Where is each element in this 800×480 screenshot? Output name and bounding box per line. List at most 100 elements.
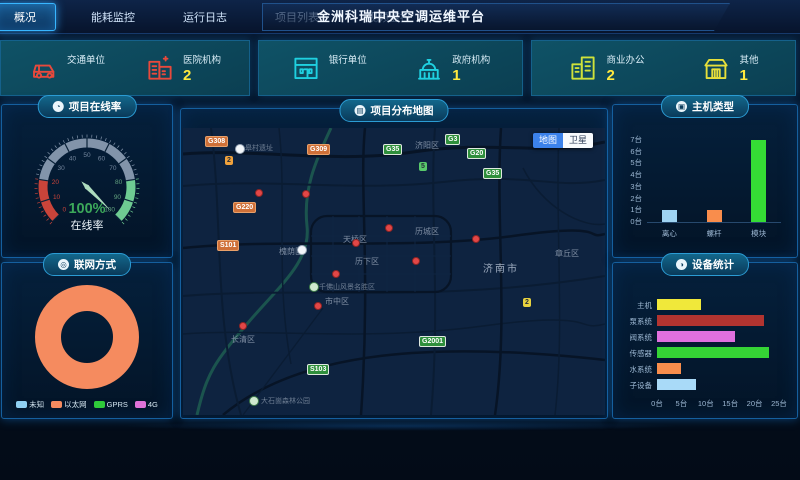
satellite-layer-button[interactable]: 卫星 bbox=[563, 133, 593, 148]
page-title: 金洲科瑞中央空调运维平台 bbox=[271, 4, 531, 29]
gauge-part bbox=[117, 146, 119, 148]
legend-item[interactable]: GPRS bbox=[94, 400, 128, 409]
road-shield: G3 bbox=[445, 134, 460, 145]
gauge-part bbox=[59, 143, 61, 146]
gauge-part bbox=[132, 207, 135, 208]
gauge-part bbox=[135, 198, 138, 199]
map-poi-marker[interactable] bbox=[249, 396, 259, 406]
x-axis-label: 25台 bbox=[769, 398, 789, 409]
map-icon: ▤ bbox=[355, 105, 366, 116]
map-place-label: 历下区 bbox=[355, 256, 379, 267]
project-marker[interactable] bbox=[332, 270, 340, 278]
x-axis-label: 10台 bbox=[696, 398, 716, 409]
stat-item: 政府机构1 bbox=[414, 52, 490, 84]
project-marker[interactable] bbox=[472, 235, 480, 243]
stat-value bbox=[329, 67, 367, 84]
gauge-part: 50 bbox=[83, 152, 91, 159]
panel-device-title: 设备统计 bbox=[692, 257, 734, 272]
nav-tab[interactable]: 运行日志 bbox=[170, 3, 240, 31]
road-shield: G2001 bbox=[419, 336, 446, 347]
gauge-part bbox=[44, 143, 131, 180]
gauge-part bbox=[125, 219, 127, 221]
project-marker[interactable] bbox=[352, 239, 360, 247]
gauge-part bbox=[96, 135, 97, 138]
road-shield: G308 bbox=[205, 136, 228, 147]
government-icon bbox=[414, 53, 444, 83]
y-axis-label: 3台 bbox=[617, 181, 642, 192]
network-legend: 未知以太网 GPRS 4G bbox=[2, 399, 172, 410]
host-icon: ▣ bbox=[676, 101, 687, 112]
bar-1 bbox=[707, 210, 722, 222]
y-axis-label: 6台 bbox=[617, 146, 642, 157]
gauge-part bbox=[50, 222, 52, 224]
x-axis-label: 5台 bbox=[671, 398, 691, 409]
panel-online-rate: ◔ 项目在线率 0102030405060708090100100%在线率 bbox=[1, 104, 173, 258]
gauge-part bbox=[39, 207, 42, 208]
map-place-label: 长清区 bbox=[231, 334, 255, 345]
legend-item[interactable]: 以太网 bbox=[51, 399, 87, 410]
dashboard-screen: 概况能耗监控运行日志项目列表视频监控 金洲科瑞中央空调运维平台 交通单位医院机构… bbox=[0, 0, 800, 480]
y-axis-label: 1台 bbox=[617, 204, 642, 215]
cluster-marker[interactable]: 2 bbox=[225, 156, 233, 165]
stat-card: 商业办公2其他1 bbox=[531, 40, 796, 96]
stat-card: 银行单位 政府机构1 bbox=[258, 40, 523, 96]
y-axis-label: 5台 bbox=[617, 157, 642, 168]
nav-tab[interactable]: 能耗监控 bbox=[78, 3, 148, 31]
map-poi-marker[interactable] bbox=[235, 144, 245, 154]
project-marker[interactable] bbox=[302, 190, 310, 198]
stat-text: 政府机构1 bbox=[452, 52, 490, 84]
map-layer-button[interactable]: 地图 bbox=[533, 133, 563, 148]
stat-item: 交通单位 bbox=[29, 52, 105, 84]
category-label: 水系统 bbox=[617, 364, 652, 375]
gauge-part bbox=[127, 156, 129, 158]
project-marker[interactable] bbox=[255, 189, 263, 197]
map-poi-marker[interactable] bbox=[297, 245, 307, 255]
legend-swatch bbox=[94, 401, 105, 408]
online-rate-gauge: 0102030405060708090100100%在线率 bbox=[5, 121, 169, 237]
bar-3 bbox=[657, 347, 769, 358]
gauge-part bbox=[39, 165, 42, 166]
project-marker[interactable] bbox=[385, 224, 393, 232]
gauge-part bbox=[114, 143, 116, 146]
panel-online-rate-header: ◔ 项目在线率 bbox=[38, 95, 137, 118]
legend-label: GPRS bbox=[107, 400, 128, 409]
cluster-marker[interactable]: 5 bbox=[419, 162, 427, 171]
glow-divider bbox=[120, 421, 680, 431]
project-marker[interactable] bbox=[314, 302, 322, 310]
project-marker[interactable] bbox=[239, 322, 247, 330]
map-place-label: 历城区 bbox=[415, 226, 439, 237]
gauge-part bbox=[124, 152, 126, 154]
link-icon: ◔ bbox=[53, 101, 64, 112]
map-poi-marker[interactable] bbox=[309, 282, 319, 292]
stat-label: 交通单位 bbox=[67, 52, 105, 66]
y-axis-label: 0台 bbox=[617, 216, 642, 227]
category-label: 阀系统 bbox=[617, 332, 652, 343]
stat-label: 医院机构 bbox=[183, 52, 221, 66]
gauge-part bbox=[36, 174, 39, 175]
gauge-part bbox=[101, 137, 102, 140]
map-place-label: 济南市 bbox=[483, 260, 519, 275]
cluster-marker[interactable]: 2 bbox=[523, 298, 531, 307]
stat-cards-row: 交通单位医院机构2银行单位政府机构1商业办公2其他1 bbox=[0, 40, 796, 96]
road-shield: G220 bbox=[233, 202, 256, 213]
road-shield: G309 bbox=[307, 144, 330, 155]
road-shield: S101 bbox=[217, 240, 239, 251]
map-canvas[interactable]: G308G309G220S101G3G20G35G35G2001S103济南市槐… bbox=[183, 128, 605, 415]
gauge-part bbox=[134, 202, 137, 203]
gauge-part bbox=[122, 222, 124, 224]
stats-icon: ◑ bbox=[676, 259, 687, 270]
panel-host-type: ▣ 主机类型 0台1台2台3台4台5台6台7台离心螺杆模块 bbox=[612, 104, 798, 258]
legend-item[interactable]: 未知 bbox=[16, 399, 44, 410]
nav-tab[interactable]: 概况 bbox=[0, 3, 56, 31]
legend-item[interactable]: 4G bbox=[135, 400, 158, 409]
stat-value bbox=[67, 67, 105, 84]
gauge-part bbox=[134, 169, 137, 170]
gauge-sub-label: 在线率 bbox=[71, 218, 104, 232]
bank-icon bbox=[291, 53, 321, 83]
y-axis-label: 4台 bbox=[617, 169, 642, 180]
stat-text: 商业办公2 bbox=[606, 52, 644, 84]
stat-label: 银行单位 bbox=[329, 52, 367, 66]
map-place-label: 市中区 bbox=[325, 296, 349, 307]
project-marker[interactable] bbox=[412, 257, 420, 265]
panel-map-header: ▤ 项目分布地图 bbox=[340, 99, 449, 122]
